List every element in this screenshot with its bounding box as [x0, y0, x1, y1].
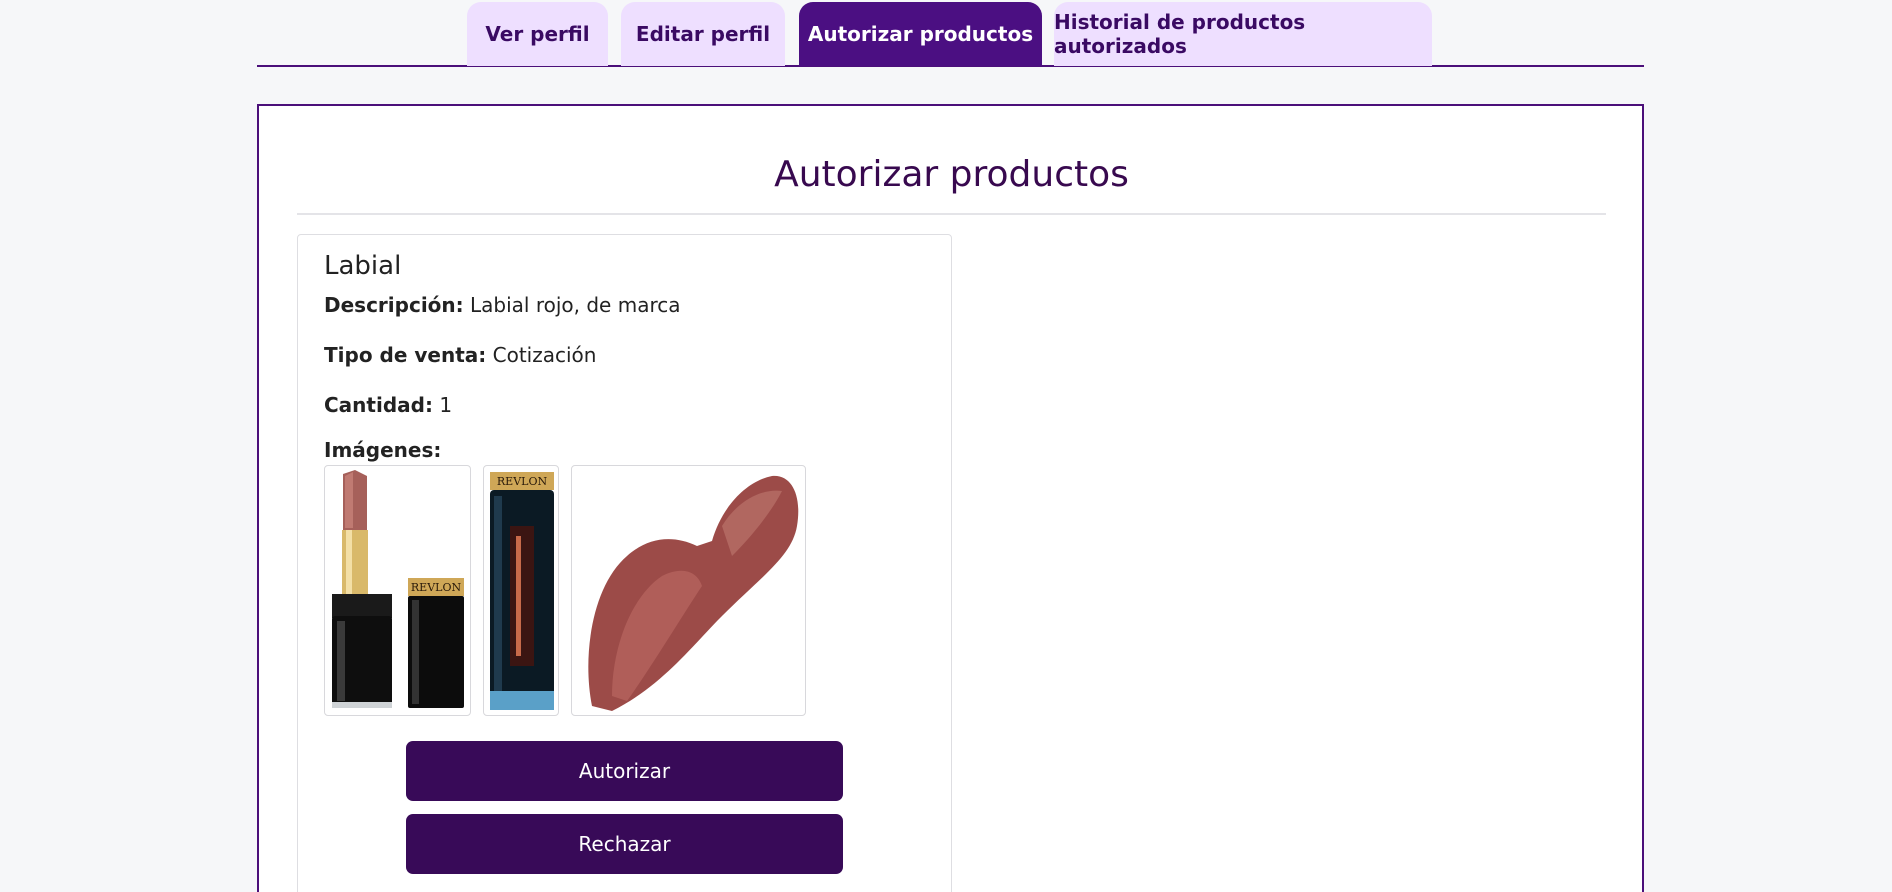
lipstick-swatch-image[interactable]	[571, 465, 806, 716]
description-label: Descripción:	[324, 293, 464, 317]
quantity-label: Cantidad:	[324, 393, 433, 417]
profile-tabs: Ver perfil Editar perfil Autorizar produ…	[257, 0, 1644, 67]
lipstick-tube-image[interactable]: REVLON	[483, 465, 559, 716]
title-divider	[297, 213, 1606, 215]
reject-button[interactable]: Rechazar	[406, 814, 843, 874]
product-quantity: Cantidad: 1	[324, 393, 452, 417]
quantity-value: 1	[439, 393, 453, 417]
brand-text: REVLON	[411, 581, 462, 594]
tab-autorizar-productos[interactable]: Autorizar productos	[799, 2, 1042, 66]
authorize-panel: Autorizar productos Labial Descripción: …	[257, 104, 1644, 892]
sale-type-label: Tipo de venta:	[324, 343, 487, 367]
product-sale-type: Tipo de venta: Cotización	[324, 343, 596, 367]
tab-ver-perfil[interactable]: Ver perfil	[467, 2, 608, 66]
product-description: Descripción: Labial rojo, de marca	[324, 293, 681, 317]
brand-text: REVLON	[497, 475, 548, 488]
tab-historial-productos-autorizados[interactable]: Historial de productos autorizados	[1054, 2, 1432, 66]
sale-type-value: Cotización	[492, 343, 597, 367]
description-value: Labial rojo, de marca	[470, 293, 681, 317]
images-label: Imágenes:	[324, 438, 442, 462]
page-title: Autorizar productos	[774, 154, 1129, 195]
product-name: Labial	[324, 251, 402, 281]
tab-editar-perfil[interactable]: Editar perfil	[621, 2, 785, 66]
lipstick-with-cap-image[interactable]: REVLON	[324, 465, 471, 716]
authorize-button[interactable]: Autorizar	[406, 741, 843, 801]
product-card: Labial Descripción: Labial rojo, de marc…	[297, 234, 952, 892]
